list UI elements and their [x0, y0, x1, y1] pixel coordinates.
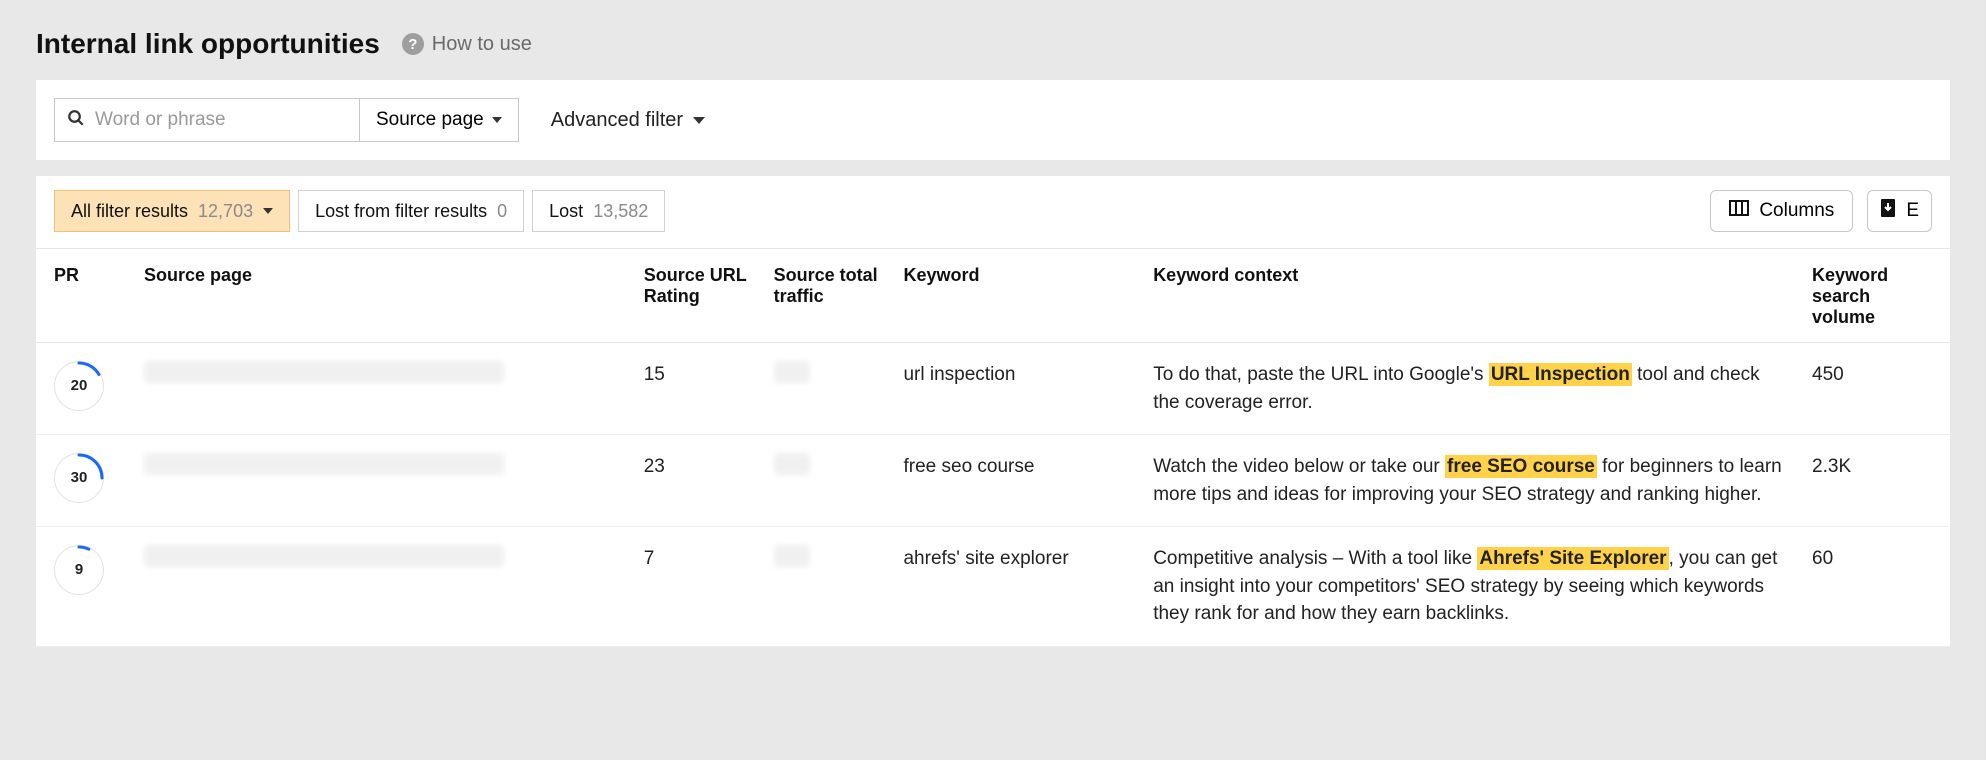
search-volume-value: 2.3K: [1800, 435, 1950, 527]
keyword-highlight: free SEO course: [1445, 455, 1597, 478]
url-rating-value: 7: [632, 527, 762, 647]
source-page-redacted: [144, 545, 504, 567]
url-rating-value: 15: [632, 343, 762, 435]
column-header-url-rating[interactable]: Source URL Rating: [632, 249, 762, 343]
url-rating-value: 23: [632, 435, 762, 527]
source-page-redacted: [144, 453, 504, 475]
column-header-source-page[interactable]: Source page: [132, 249, 632, 343]
keyword-value: ahrefs' site explorer: [891, 527, 1141, 647]
keyword-highlight: Ahrefs' Site Explorer: [1477, 547, 1668, 570]
column-header-pr[interactable]: PR: [36, 249, 132, 343]
chevron-down-icon: [492, 117, 502, 123]
help-icon: ?: [402, 33, 424, 55]
traffic-redacted: [774, 453, 810, 475]
column-header-context[interactable]: Keyword context: [1141, 249, 1800, 343]
tab-lost[interactable]: Lost 13,582: [532, 190, 665, 232]
results-table: PR Source page Source URL Rating Source …: [36, 249, 1950, 647]
advanced-filter-dropdown[interactable]: Advanced filter: [551, 109, 705, 132]
keyword-highlight: URL Inspection: [1489, 363, 1632, 386]
download-icon: [1880, 199, 1896, 223]
filters-panel: Source page Advanced filter: [36, 80, 1950, 160]
how-to-use-link[interactable]: ? How to use: [402, 33, 532, 56]
results-toolbar: All filter results 12,703 Lost from filt…: [36, 176, 1950, 249]
tab-lost-from-filter-results[interactable]: Lost from filter results 0: [298, 190, 524, 232]
tab-label: All filter results: [71, 201, 188, 222]
keyword-context: To do that, paste the URL into Google's …: [1141, 343, 1800, 435]
page-header: Internal link opportunities ? How to use: [0, 0, 1986, 80]
keyword-context: Watch the video below or take our free S…: [1141, 435, 1800, 527]
traffic-redacted: [774, 361, 810, 383]
source-page-redacted: [144, 361, 504, 383]
tab-count: 13,582: [593, 201, 648, 222]
pr-badge: 20: [54, 361, 104, 411]
results-panel: All filter results 12,703 Lost from filt…: [36, 176, 1950, 647]
search-input-wrap[interactable]: [54, 98, 360, 142]
chevron-down-icon: [263, 208, 273, 214]
advanced-filter-label: Advanced filter: [551, 109, 683, 132]
page-title: Internal link opportunities: [36, 28, 380, 60]
columns-icon: [1729, 200, 1749, 222]
keyword-value: url inspection: [891, 343, 1141, 435]
traffic-redacted: [774, 545, 810, 567]
search-icon: [67, 109, 85, 132]
search-volume-value: 450: [1800, 343, 1950, 435]
column-header-traffic[interactable]: Source total traffic: [762, 249, 892, 343]
tab-count: 12,703: [198, 201, 253, 222]
column-header-volume[interactable]: Keyword search volume: [1800, 249, 1950, 343]
search-volume-value: 60: [1800, 527, 1950, 647]
keyword-value: free seo course: [891, 435, 1141, 527]
export-button[interactable]: E: [1867, 190, 1932, 232]
export-label: E: [1906, 200, 1919, 222]
table-row: 30 23 free seo course Watch the video be…: [36, 435, 1950, 527]
table-row: 9 7 ahrefs' site explorer Competitive an…: [36, 527, 1950, 647]
tab-label: Lost from filter results: [315, 201, 487, 222]
chevron-down-icon: [693, 117, 705, 124]
column-header-keyword[interactable]: Keyword: [891, 249, 1141, 343]
columns-button[interactable]: Columns: [1710, 190, 1853, 232]
tabs-group: All filter results 12,703 Lost from filt…: [54, 190, 665, 232]
tab-all-filter-results[interactable]: All filter results 12,703: [54, 190, 290, 232]
table-row: 20 15 url inspection To do that, paste t…: [36, 343, 1950, 435]
tab-label: Lost: [549, 201, 583, 222]
filter-bar: Source page Advanced filter: [36, 80, 1950, 160]
keyword-context: Competitive analysis – With a tool like …: [1141, 527, 1800, 647]
pr-badge: 30: [54, 453, 104, 503]
tab-count: 0: [497, 201, 507, 222]
columns-label: Columns: [1759, 200, 1834, 222]
source-page-label: Source page: [376, 109, 484, 131]
source-page-dropdown[interactable]: Source page: [360, 98, 519, 142]
pr-badge: 9: [54, 545, 104, 595]
search-input[interactable]: [95, 109, 347, 131]
how-to-use-label: How to use: [432, 33, 532, 56]
